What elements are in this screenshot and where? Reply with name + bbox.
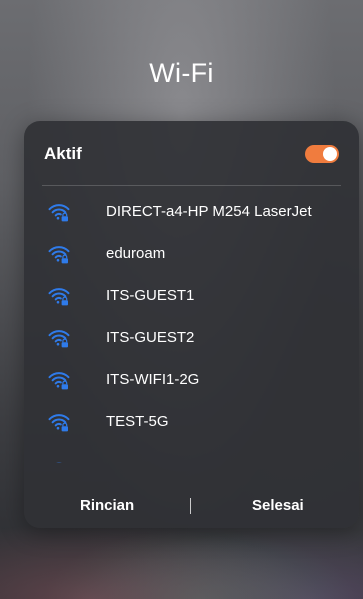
panel-header: Aktif (24, 121, 359, 183)
network-name: DIRECT-a4-HP M254 LaserJet (106, 203, 312, 220)
wifi-screen: Wi-Fi Aktif DIRECT-a4-HP M254 LaserJet e… (0, 0, 363, 599)
done-button[interactable]: Selesai (252, 497, 304, 514)
network-name: eduroam (106, 245, 166, 262)
wifi-lock-icon (48, 411, 70, 433)
network-item[interactable]: ITS-GUEST1 (24, 275, 359, 317)
network-name: ITS-WIFI1-2G (106, 371, 200, 388)
wifi-lock-icon (48, 285, 70, 307)
wifi-lock-icon (48, 201, 70, 223)
network-item[interactable]: TEST-5G (24, 401, 359, 443)
wifi-lock-icon (48, 243, 70, 265)
network-item[interactable]: DIRECT-a4-HP M254 LaserJet (24, 191, 359, 233)
network-item[interactable]: ITS-GUEST2 (24, 317, 359, 359)
page-title: Wi-Fi (149, 58, 214, 88)
panel-footer: Rincian Selesai (24, 489, 359, 528)
network-name: ITS-GUEST2 (106, 329, 195, 346)
wifi-toggle[interactable] (305, 145, 339, 163)
network-item[interactable]: ITS-WIFI1-2G (24, 359, 359, 401)
network-name: ITS-GUEST1 (106, 287, 195, 304)
wifi-lock-icon (48, 327, 70, 349)
network-item[interactable]: eduroam (24, 233, 359, 275)
footer-separator (190, 498, 191, 514)
wifi-lock-icon (48, 369, 70, 391)
divider (42, 185, 341, 186)
wifi-partial-icon (48, 455, 70, 463)
wifi-panel: Aktif DIRECT-a4-HP M254 LaserJet eduroam… (24, 121, 359, 528)
network-list[interactable]: DIRECT-a4-HP M254 LaserJet eduroam ITS-G… (24, 191, 359, 461)
details-button[interactable]: Rincian (80, 497, 134, 514)
network-name: TEST-5G (106, 413, 169, 430)
toggle-knob (323, 147, 337, 161)
active-label: Aktif (44, 144, 82, 163)
